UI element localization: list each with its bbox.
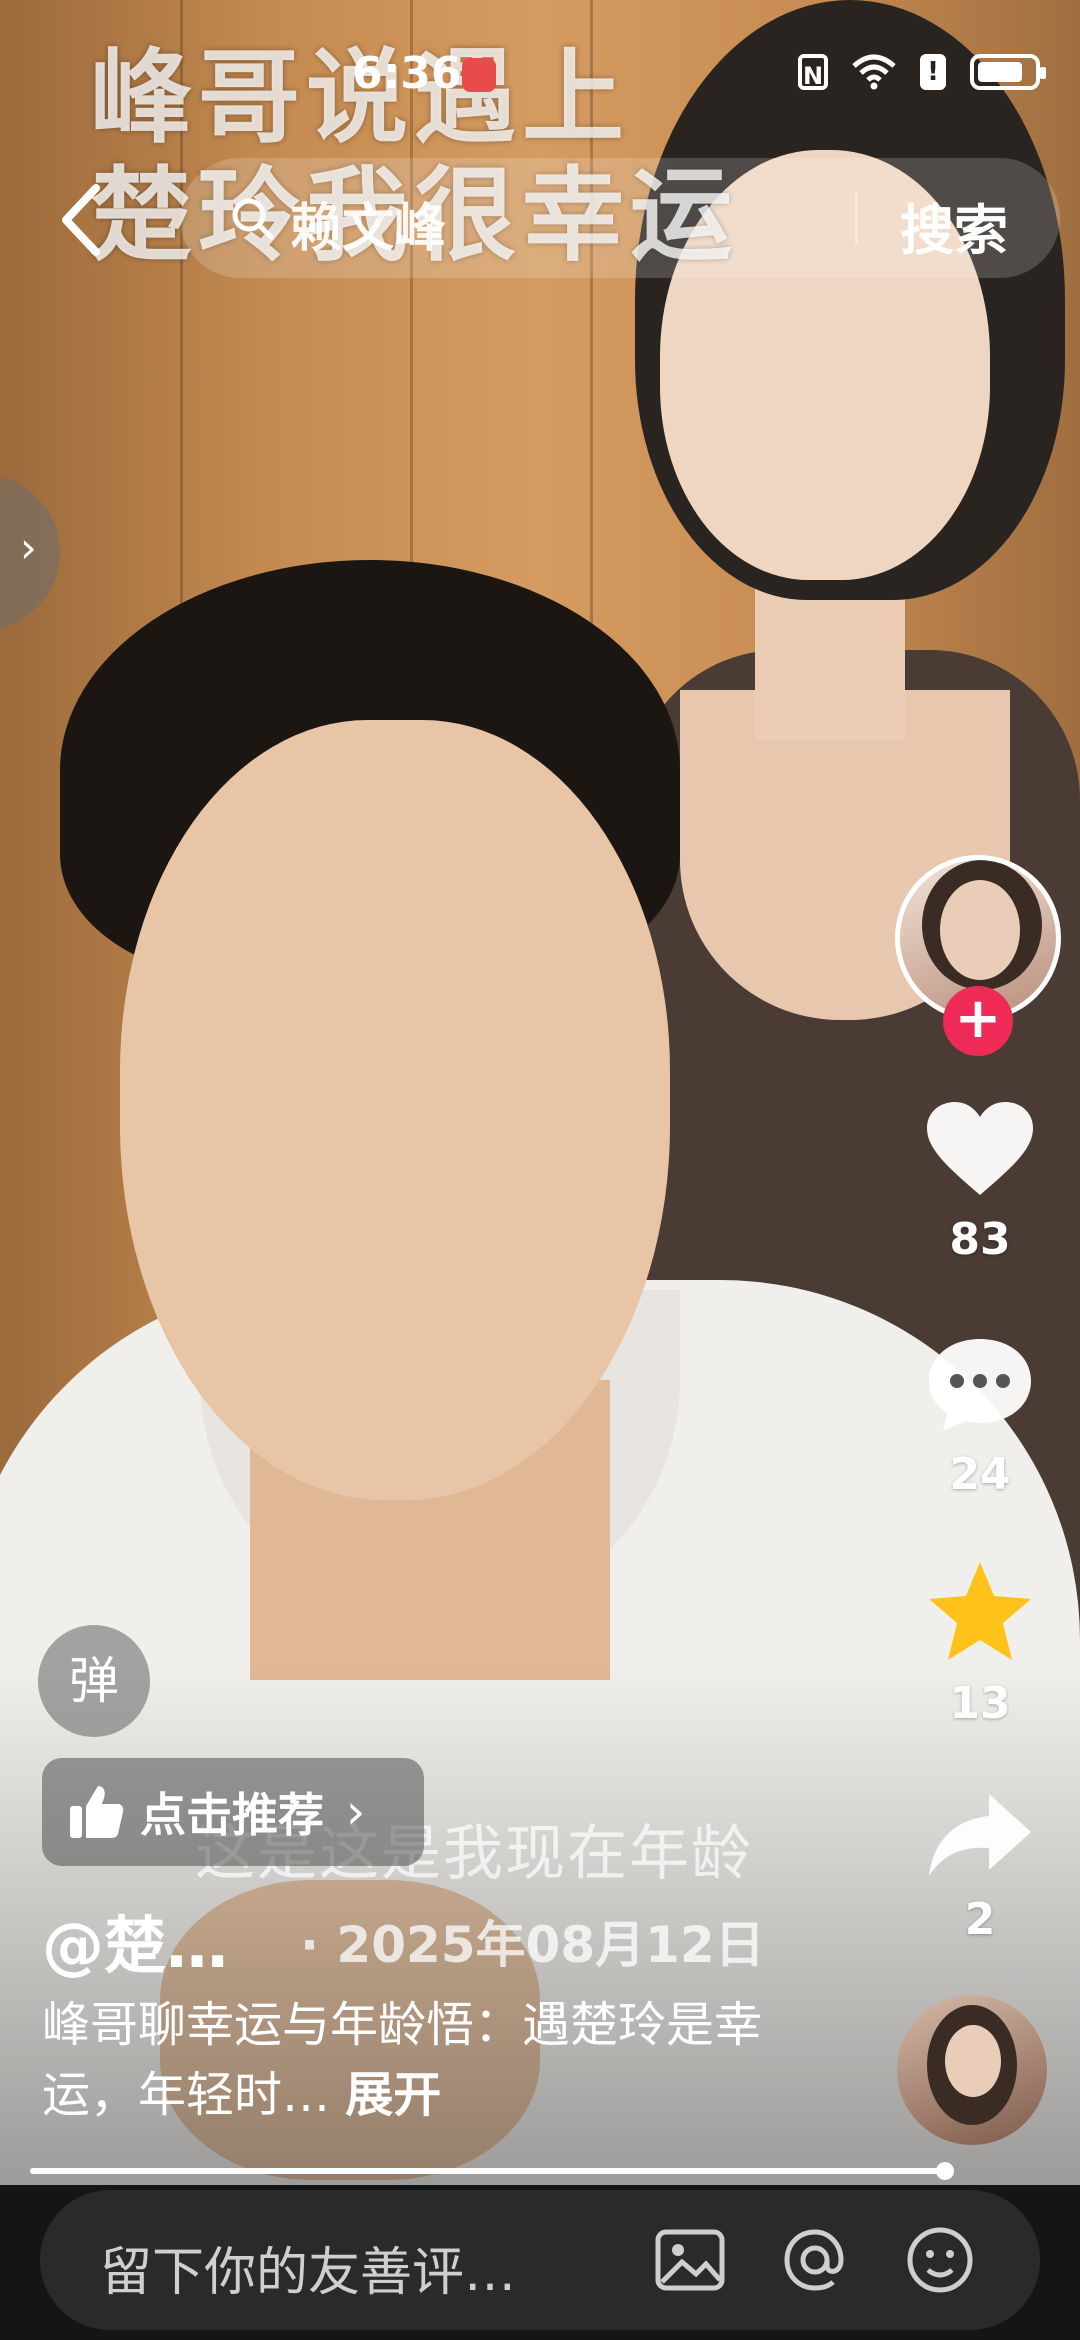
chevron-right-icon: ›: [20, 523, 37, 572]
search-bar[interactable]: 赖文峰 搜索: [180, 158, 1060, 278]
share-button[interactable]: 2: [905, 1790, 1055, 1945]
nfc-icon: N: [798, 54, 828, 90]
comment-count: 24: [949, 1449, 1011, 1500]
like-button[interactable]: 83: [905, 1100, 1055, 1265]
status-time: 6:36: [352, 48, 462, 99]
author-name[interactable]: @楚…: [42, 1895, 228, 1985]
share-arrow-icon: [929, 1794, 1031, 1876]
video-progress-bar[interactable]: [30, 2162, 954, 2180]
avatar-face: [945, 2025, 1001, 2097]
status-bar: 6:36 N !: [0, 0, 1080, 150]
danmaku-toggle-button[interactable]: 弹: [38, 1625, 150, 1737]
back-arrow-icon: [62, 184, 100, 256]
status-icons: N !: [798, 54, 1046, 90]
app-notification-icon: [462, 58, 496, 92]
star-icon: [929, 1562, 1031, 1660]
back-button[interactable]: [52, 180, 112, 260]
music-disc-avatar[interactable]: [897, 1995, 1047, 2145]
mention-icon[interactable]: [775, 2220, 855, 2300]
search-button[interactable]: 搜索: [900, 186, 1008, 265]
like-count: 83: [949, 1214, 1011, 1265]
collect-count: 13: [949, 1678, 1011, 1729]
search-icon: [232, 198, 274, 240]
recommend-button[interactable]: 点击推荐 ›: [42, 1758, 424, 1866]
video-progress-fill: [30, 2168, 945, 2174]
avatar-face: [940, 880, 1020, 980]
share-count: 2: [964, 1894, 996, 1945]
search-divider: [855, 192, 858, 244]
emoji-icon[interactable]: [900, 2220, 980, 2300]
video-progress-handle[interactable]: [935, 2162, 954, 2180]
battery-icon: [970, 54, 1046, 90]
follow-button[interactable]: +: [943, 986, 1013, 1056]
comment-input[interactable]: 留下你的友善评…: [40, 2190, 1040, 2330]
expand-button[interactable]: 展开: [345, 2067, 441, 2123]
alert-icon: !: [920, 54, 946, 90]
collect-button[interactable]: 13: [905, 1560, 1055, 1729]
image-icon[interactable]: [650, 2220, 730, 2300]
video-description[interactable]: 峰哥聊幸运与年龄悟：遇楚玲是幸运，年轻时… 展开: [42, 1990, 762, 2130]
comment-placeholder: 留下你的友善评…: [100, 2243, 517, 2303]
post-date: · 2025年08月12日: [300, 1916, 765, 1974]
wifi-icon: [852, 54, 896, 90]
video-person-man-face: [120, 720, 670, 1500]
search-query-text[interactable]: 赖文峰: [290, 186, 446, 261]
recommend-label: 点击推荐: [140, 1788, 324, 1842]
thumbs-up-icon: [70, 1786, 124, 1838]
comment-button[interactable]: 24: [905, 1335, 1055, 1500]
heart-icon: [927, 1102, 1033, 1195]
chevron-right-icon: ›: [346, 1784, 366, 1840]
comment-icon: [929, 1339, 1031, 1431]
